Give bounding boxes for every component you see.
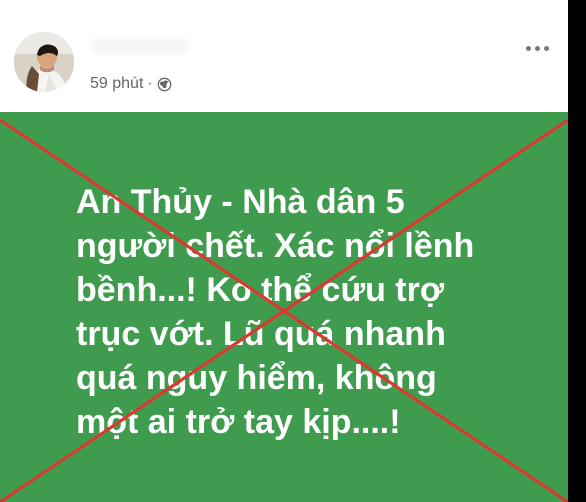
avatar[interactable] — [14, 32, 74, 92]
more-horizontal-icon — [525, 45, 531, 51]
post-card: 59 phút · An Thủy - Nhà dân 5 người chết… — [0, 0, 568, 502]
author-name[interactable] — [90, 38, 190, 54]
more-horizontal-icon — [534, 45, 540, 51]
post-time[interactable]: 59 phút — [90, 74, 143, 94]
post-meta: 59 phút · — [90, 74, 172, 94]
post-body: An Thủy - Nhà dân 5 người chết. Xác nổi … — [0, 112, 568, 502]
screen-edge — [568, 0, 586, 502]
more-horizontal-icon — [543, 45, 549, 51]
post-status-text: An Thủy - Nhà dân 5 người chết. Xác nổi … — [76, 183, 475, 441]
meta-separator: · — [147, 75, 153, 92]
facebook-post-screenshot: 59 phút · An Thủy - Nhà dân 5 người chết… — [0, 0, 586, 502]
avatar-image — [14, 32, 74, 92]
globe-icon[interactable] — [157, 77, 172, 92]
more-options-button[interactable] — [520, 36, 554, 60]
post-header: 59 phút · — [0, 0, 568, 112]
